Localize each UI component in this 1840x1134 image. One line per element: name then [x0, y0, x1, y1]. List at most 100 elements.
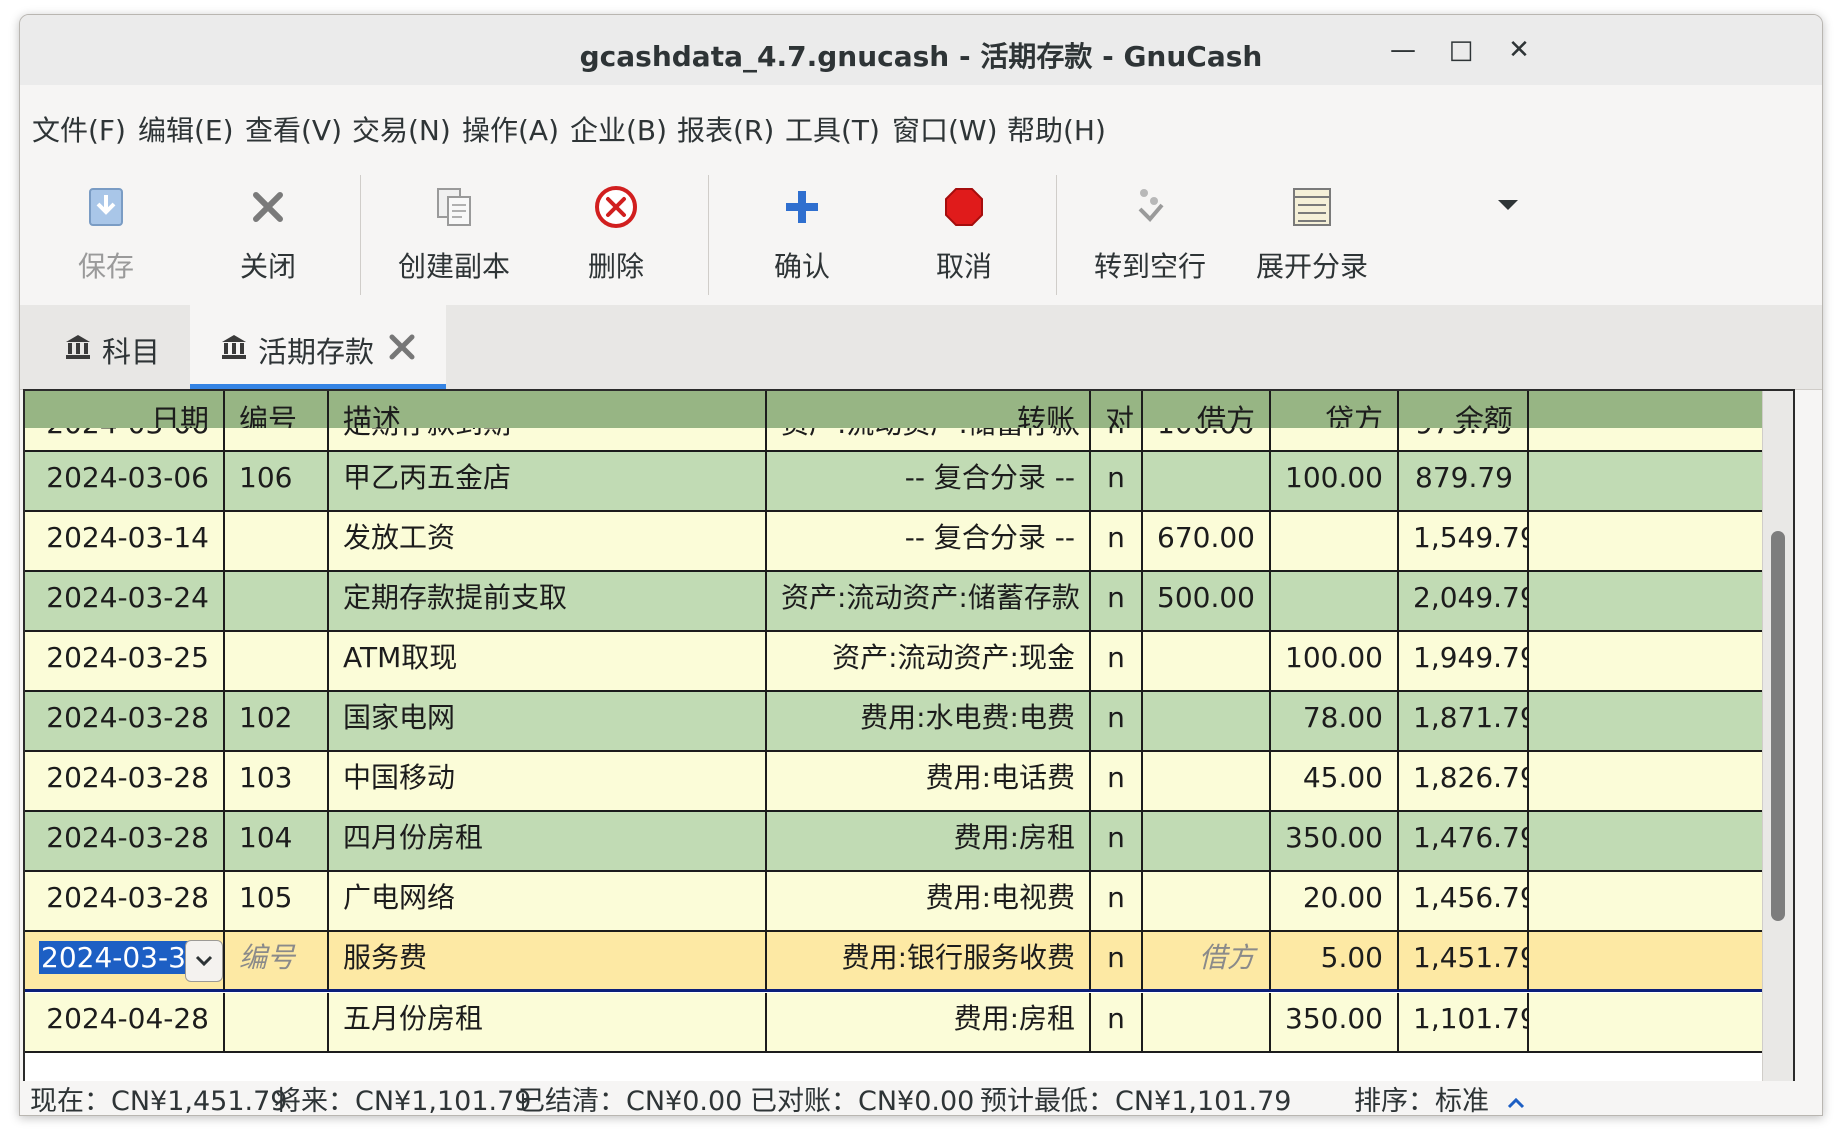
cell-transfer[interactable]: -- 复合分录 -- [767, 512, 1091, 570]
close-icon[interactable] [386, 331, 418, 363]
cell-description[interactable]: 四月份房租 [329, 812, 767, 870]
cell-credit[interactable]: 350.00 [1271, 993, 1399, 1051]
cell-num[interactable] [225, 512, 329, 570]
minimize-button[interactable]: — [1386, 33, 1420, 67]
cell-credit[interactable] [1271, 572, 1399, 630]
cell-reconciled[interactable]: n [1091, 452, 1143, 510]
cell-balance[interactable]: 1,826.79 [1399, 752, 1529, 810]
cell-transfer[interactable]: 费用:水电费:电费 [767, 692, 1091, 750]
cell-credit[interactable]: 100.00 [1271, 452, 1399, 510]
cell-debit[interactable] [1143, 632, 1271, 690]
cell-transfer[interactable]: 费用:房租 [767, 993, 1091, 1051]
cell-credit[interactable]: 100.00 [1271, 632, 1399, 690]
cell-balance[interactable]: 1,456.79 [1399, 872, 1529, 930]
cell-transfer[interactable]: -- 复合分录 -- [767, 452, 1091, 510]
table-row[interactable]: 2024-03-14 发放工资 -- 复合分录 -- n 670.00 1,549.79 [25, 512, 1793, 572]
cell-balance[interactable]: 1,101.79 [1399, 993, 1529, 1051]
cell-date[interactable]: 2024-03-28 [25, 872, 225, 930]
cell-balance[interactable]: 1,871.79 [1399, 692, 1529, 750]
table-row[interactable]: 2024-03-28 105 广电网络 费用:电视费 n 20.00 1,456.79 [25, 872, 1793, 932]
date-input[interactable]: 2024-03-31 [39, 941, 206, 974]
cell-debit[interactable] [1143, 872, 1271, 930]
cell-transfer[interactable]: 费用:房租 [767, 812, 1091, 870]
menu-edit[interactable]: 编辑(E) [138, 109, 234, 149]
cell-balance[interactable]: 2,049.79 [1399, 572, 1529, 630]
cell-debit[interactable]: 500.00 [1143, 572, 1271, 630]
cell-debit[interactable] [1143, 692, 1271, 750]
cell-credit[interactable]: 78.00 [1271, 692, 1399, 750]
sort-selector[interactable]: 排序：标准 [1354, 1079, 1526, 1115]
current-row[interactable]: 2024-03-31 编号 服务费 费用:银行服务收费 n 借方 5.00 1,… [25, 932, 1793, 992]
cell-num[interactable]: 105 [225, 872, 329, 930]
date-dropdown-button[interactable] [185, 940, 223, 982]
cell-debit[interactable] [1143, 752, 1271, 810]
table-row[interactable]: 2024-03-06 106 甲乙丙五金店 -- 复合分录 -- n 100.00 879.… [25, 452, 1793, 512]
menu-help[interactable]: 帮助(H) [1007, 109, 1106, 149]
cell-date[interactable]: 2024-03-25 [25, 632, 225, 690]
menu-business[interactable]: 企业(B) [570, 109, 667, 149]
num-input[interactable]: 编号 [225, 932, 329, 990]
cell-debit[interactable]: 670.00 [1143, 512, 1271, 570]
transfer-input[interactable]: 费用:银行服务收费 [767, 932, 1091, 990]
register-scrollbar[interactable] [1762, 391, 1793, 1081]
cell-reconciled[interactable]: n [1091, 512, 1143, 570]
menu-windows[interactable]: 窗口(W) [892, 109, 998, 149]
menu-view[interactable]: 查看(V) [245, 109, 342, 149]
cell-reconciled[interactable]: n [1091, 872, 1143, 930]
close-window-button[interactable]: ✕ [1502, 33, 1536, 67]
cell-debit[interactable] [1143, 993, 1271, 1051]
cell-reconciled[interactable]: n [1091, 428, 1143, 450]
cell-credit[interactable] [1271, 428, 1399, 450]
cell-date[interactable]: 2024-03-28 [25, 692, 225, 750]
cell-transfer[interactable]: 资产:流动资产:储蓄存款 [767, 428, 1091, 450]
cell-reconciled[interactable]: n [1091, 692, 1143, 750]
cell-debit[interactable] [1143, 452, 1271, 510]
cell-debit[interactable] [1143, 812, 1271, 870]
cell-description[interactable]: 定期存款到期 [329, 428, 767, 450]
tab-accounts[interactable]: 科目 [20, 305, 188, 389]
cell-balance[interactable]: 1,476.79 [1399, 812, 1529, 870]
cell-date[interactable]: 2024-03-14 [25, 512, 225, 570]
cell-description[interactable]: 发放工资 [329, 512, 767, 570]
menu-file[interactable]: 文件(F) [32, 109, 126, 149]
reconciled-toggle[interactable]: n [1091, 932, 1143, 990]
cell-num[interactable] [225, 993, 329, 1051]
cell-num[interactable] [225, 632, 329, 690]
cell-description[interactable]: ATM取现 [329, 632, 767, 690]
cancel-button[interactable]: 取消 [884, 165, 1044, 305]
credit-input[interactable]: 5.00 [1271, 932, 1399, 990]
cell-date[interactable]: 2024-03-31 [25, 932, 225, 990]
cell-reconciled[interactable]: n [1091, 812, 1143, 870]
maximize-button[interactable]: □ [1444, 33, 1478, 67]
cell-transfer[interactable]: 资产:流动资产:储蓄存款 [767, 572, 1091, 630]
cell-description[interactable]: 五月份房租 [329, 993, 767, 1051]
blank-transaction-button[interactable]: 转到空行 [1070, 165, 1230, 305]
cell-transfer[interactable]: 费用:电视费 [767, 872, 1091, 930]
split-transaction-button[interactable]: 展开分录 [1232, 165, 1392, 305]
cell-reconciled[interactable]: n [1091, 752, 1143, 810]
menu-actions[interactable]: 操作(A) [462, 109, 559, 149]
cell-balance[interactable]: 1,549.79 [1399, 512, 1529, 570]
cell-description[interactable]: 甲乙丙五金店 [329, 452, 767, 510]
cell-balance[interactable]: 1,949.79 [1399, 632, 1529, 690]
cell-date[interactable]: 2024-03-06 [25, 428, 225, 450]
description-input[interactable]: 服务费 [329, 932, 767, 990]
cell-date[interactable]: 2024-03-28 [25, 752, 225, 810]
duplicate-button[interactable]: 创建副本 [374, 165, 534, 305]
menu-transaction[interactable]: 交易(N) [352, 109, 451, 149]
cell-description[interactable]: 中国移动 [329, 752, 767, 810]
cell-balance[interactable]: 979.79 [1399, 428, 1529, 450]
cell-description[interactable]: 国家电网 [329, 692, 767, 750]
cell-credit[interactable]: 45.00 [1271, 752, 1399, 810]
table-row[interactable]: 2024-03-28 102 国家电网 费用:水电费:电费 n 78.00 1,871.79 [25, 692, 1793, 752]
tab-checking[interactable]: 活期存款 [190, 305, 446, 389]
close-register-button[interactable]: 关闭 [188, 165, 348, 305]
scrollbar-thumb[interactable] [1771, 531, 1785, 921]
cell-balance[interactable]: 879.79 [1399, 452, 1529, 510]
cell-reconciled[interactable]: n [1091, 993, 1143, 1051]
cell-date[interactable]: 2024-03-24 [25, 572, 225, 630]
triangle-down-icon[interactable] [1496, 197, 1520, 213]
cell-transfer[interactable]: 费用:电话费 [767, 752, 1091, 810]
menu-tools[interactable]: 工具(T) [785, 109, 880, 149]
cell-debit[interactable]: 100.00 [1143, 428, 1271, 450]
